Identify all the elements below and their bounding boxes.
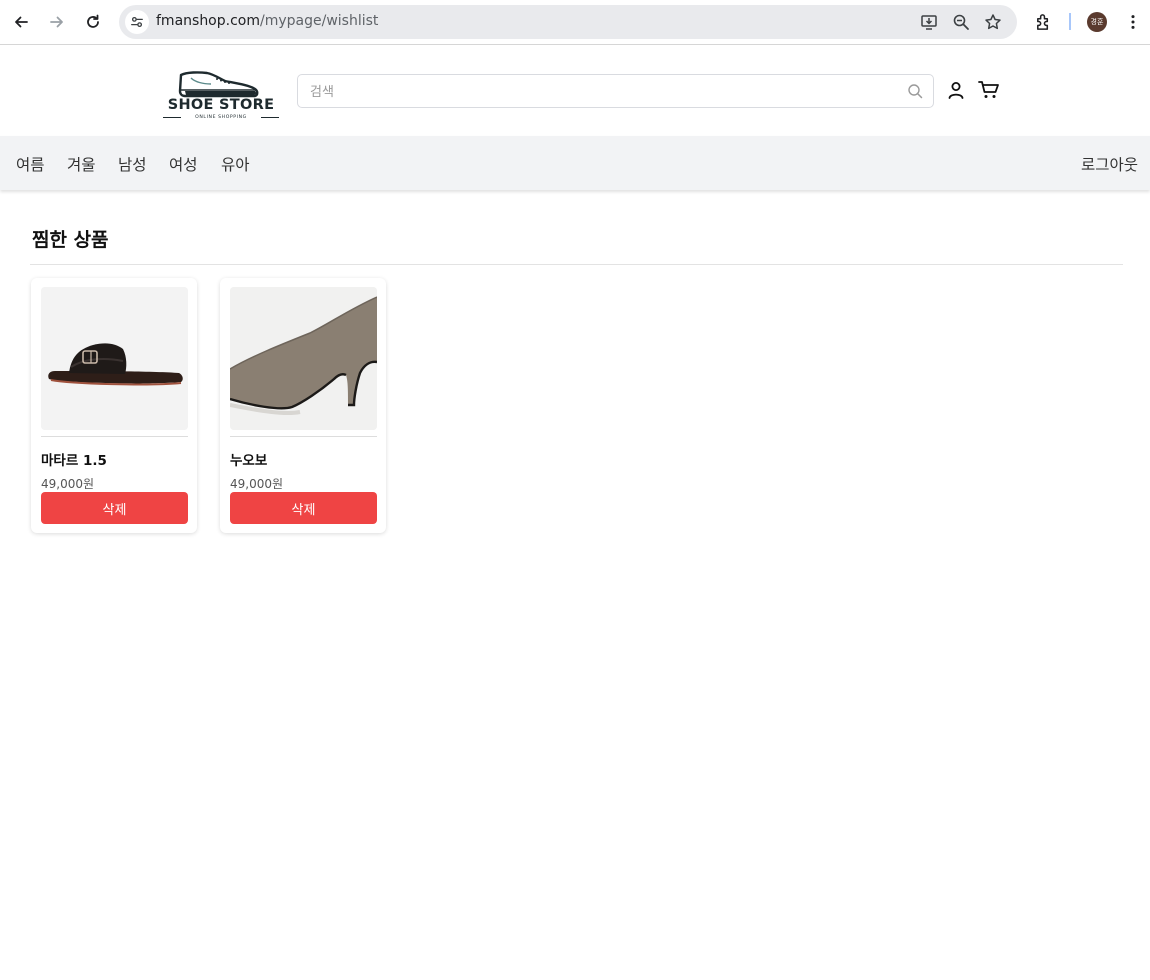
url-path: /mypage/wishlist (260, 13, 379, 29)
category-men[interactable]: 남성 (118, 153, 147, 175)
extensions-icon[interactable] (1032, 11, 1054, 33)
more-menu-icon[interactable] (1122, 11, 1144, 33)
url-text: fmanshop.com/mypage/wishlist (156, 13, 378, 29)
category-women[interactable]: 여성 (169, 153, 198, 175)
product-price: 49,000원 (41, 477, 95, 491)
site-settings-icon[interactable] (125, 10, 149, 34)
search-icon[interactable] (907, 83, 923, 99)
logo-rule-right (261, 117, 279, 118)
product-image[interactable] (230, 287, 377, 430)
cart-icon[interactable] (978, 80, 1000, 100)
toolbar-divider (1069, 13, 1071, 30)
user-icon[interactable] (946, 80, 966, 100)
address-bar[interactable]: fmanshop.com/mypage/wishlist (119, 5, 1017, 39)
product-name[interactable]: 누오보 (230, 449, 267, 469)
install-app-icon[interactable] (920, 13, 938, 31)
profile-avatar[interactable]: 경훈 (1087, 12, 1107, 32)
zoom-icon[interactable] (952, 13, 970, 31)
category-winter[interactable]: 겨울 (67, 153, 96, 175)
page-title: 찜한 상품 (32, 229, 109, 251)
logout-link[interactable]: 로그아웃 (1081, 153, 1138, 175)
search-box (297, 74, 934, 108)
category-summer[interactable]: 여름 (16, 153, 45, 175)
reload-button[interactable] (80, 9, 106, 35)
back-button[interactable] (8, 9, 34, 35)
sandal-image (41, 287, 188, 430)
arrow-right-icon (50, 16, 63, 28)
browser-toolbar: fmanshop.com/mypage/wishlist 경훈 (0, 0, 1150, 45)
shoe-logo-icon (178, 71, 259, 98)
product-image[interactable] (41, 287, 188, 430)
forward-button[interactable] (44, 9, 70, 35)
product-card[interactable]: 누오보 49,000원 삭제 (220, 278, 386, 533)
url-domain: fmanshop.com (156, 13, 260, 29)
card-divider (41, 436, 188, 437)
product-card[interactable]: 마타르 1.5 49,000원 삭제 (31, 278, 197, 533)
profile-initials: 경훈 (1090, 18, 1104, 26)
category-nav: 여름 겨울 남성 여성 유아 로그아웃 (0, 136, 1150, 190)
logo-title: SHOE STORE (167, 97, 275, 113)
reload-icon (87, 14, 99, 28)
card-divider (230, 436, 377, 437)
pump-heel-image (230, 287, 377, 430)
category-kids[interactable]: 유아 (221, 153, 250, 175)
delete-button[interactable]: 삭제 (230, 492, 377, 524)
delete-button[interactable]: 삭제 (41, 492, 188, 524)
product-price: 49,000원 (230, 477, 284, 491)
product-name[interactable]: 마타르 1.5 (41, 449, 107, 469)
title-divider (30, 264, 1123, 265)
site-header: SHOE STORE ONLINE SHOPPING (0, 46, 1150, 136)
arrow-left-icon (15, 16, 28, 28)
search-input[interactable] (310, 82, 890, 102)
bookmark-star-icon[interactable] (984, 13, 1002, 31)
site-logo[interactable]: SHOE STORE ONLINE SHOPPING (163, 70, 279, 122)
